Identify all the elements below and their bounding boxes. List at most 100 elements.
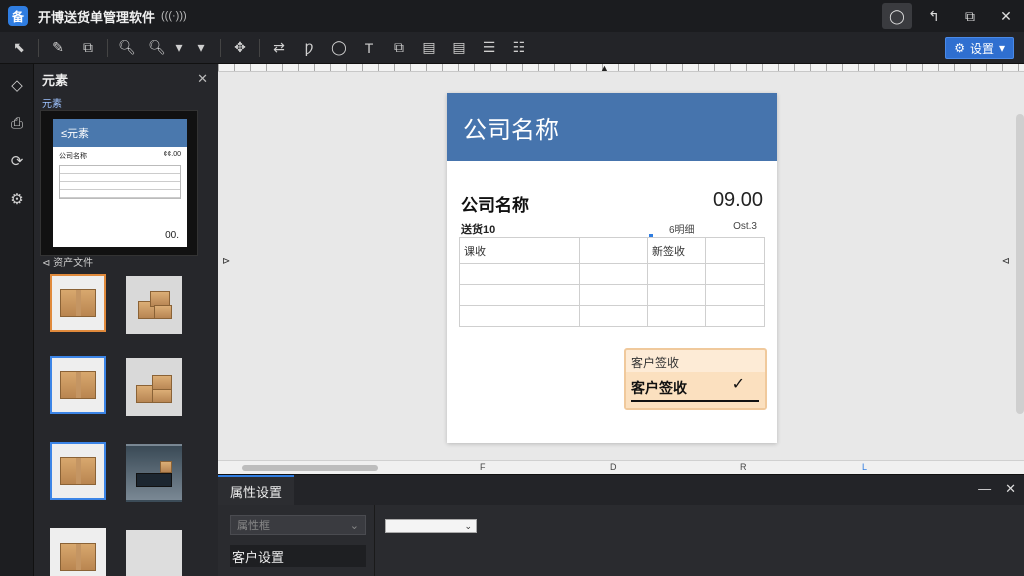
table-header-cell bbox=[705, 237, 765, 264]
asset-box-3[interactable] bbox=[50, 442, 106, 500]
property-panel-body: 属性框 ⌄ 客户设置 ⌄ bbox=[218, 505, 1024, 576]
property-value-dropdown[interactable]: ⌄ bbox=[385, 519, 477, 533]
popout-icon[interactable]: ⧉ bbox=[952, 0, 988, 32]
chevron-down-icon: ⌄ bbox=[464, 520, 472, 531]
move-tool-icon[interactable]: ✥ bbox=[225, 34, 255, 62]
box-image bbox=[60, 543, 96, 571]
list-tool-icon[interactable]: ☰ bbox=[474, 34, 504, 62]
preview-company: 公司名称 bbox=[59, 153, 87, 160]
minimize-icon[interactable]: — bbox=[978, 481, 991, 497]
design-canvas[interactable]: ▲ ⊳ ⊲ 公司名称 公司名称 09.00 送货10 6明细 Ost.3 课收 … bbox=[218, 63, 1024, 474]
table-tool-icon[interactable]: ▤ bbox=[444, 34, 474, 62]
preview-header: ≤元素 bbox=[53, 119, 187, 147]
window-controls: ◯ ↰ ⧉ ✕ bbox=[882, 0, 1024, 32]
table-row bbox=[459, 263, 765, 285]
swap-tool-icon[interactable]: ⇄ bbox=[264, 34, 294, 62]
zoom-dropdown-icon[interactable]: ▾ bbox=[172, 34, 186, 62]
table-cell bbox=[705, 305, 765, 327]
box-stack-image bbox=[134, 369, 174, 405]
asset-photo-2[interactable] bbox=[126, 358, 182, 416]
chevron-down-icon: ⌄ bbox=[349, 519, 359, 532]
horizontal-scroll-thumb[interactable] bbox=[242, 465, 378, 471]
chevron-down-icon: ▾ bbox=[998, 41, 1005, 55]
refresh-panel-icon[interactable]: ⟳ bbox=[0, 144, 34, 178]
zoom-icon[interactable]: 🔍︎ bbox=[112, 34, 142, 62]
checkmark-icon: ✓ bbox=[731, 376, 745, 393]
doc-header-title[interactable]: 公司名称 bbox=[447, 93, 777, 161]
left-handle-icon[interactable]: ⊳ bbox=[222, 256, 230, 267]
table-cell bbox=[647, 305, 706, 327]
template-preview-card[interactable]: ≤元素 公司名称 ¢¢.00 00. bbox=[40, 110, 198, 256]
table-cell bbox=[579, 305, 648, 327]
close-panel-icon[interactable]: ✕ bbox=[197, 71, 208, 87]
more-dropdown-icon[interactable]: ▾ bbox=[186, 34, 216, 62]
settings-icon: ⚙ bbox=[954, 41, 965, 55]
tab-property-settings[interactable]: 属性设置 bbox=[218, 475, 294, 505]
box-stack-image bbox=[134, 287, 174, 323]
doc-items-table[interactable]: 课收 新签收 bbox=[459, 237, 765, 327]
bottom-ruler-mark: F bbox=[480, 462, 486, 472]
doc-detail-label[interactable]: 6明细 bbox=[669, 221, 695, 236]
edit-tool-icon[interactable]: ⧉ bbox=[73, 34, 103, 62]
asset-photo-4[interactable] bbox=[126, 530, 182, 576]
customer-signature-box[interactable]: 客户签收 客户签收 ✓ bbox=[624, 348, 767, 410]
asset-photo-3[interactable] bbox=[126, 444, 182, 502]
back-icon[interactable]: ↰ bbox=[916, 0, 952, 32]
canvas-horizontal-scrollbar[interactable]: F D R L bbox=[218, 460, 1024, 474]
signature-field[interactable]: 客户签收 ✓ bbox=[626, 372, 765, 408]
toolbar-divider bbox=[220, 38, 221, 57]
template-preview: ≤元素 公司名称 ¢¢.00 00. bbox=[53, 119, 187, 247]
ellipse-tool-icon[interactable]: ◯ bbox=[324, 34, 354, 62]
doc-company-name[interactable]: 公司名称 bbox=[461, 191, 529, 216]
record-icon[interactable]: ◯ bbox=[882, 3, 912, 29]
table-header-cell: 新签收 bbox=[647, 237, 706, 264]
text-tool-icon[interactable]: T bbox=[354, 34, 384, 62]
property-panel: 属性设置 — ✕ 属性框 ⌄ 客户设置 ⌄ bbox=[218, 474, 1024, 576]
doc-code-label[interactable]: Ost.3 bbox=[733, 221, 757, 232]
zoom-options-icon[interactable]: 🔍︎ bbox=[142, 34, 172, 62]
select-tool-icon[interactable]: ⬉ bbox=[4, 34, 34, 62]
right-handle-icon[interactable]: ⊲ bbox=[1002, 256, 1010, 267]
property-item-customer-settings[interactable]: 客户设置 bbox=[230, 545, 366, 567]
signature-caption: 客户签收 bbox=[631, 356, 680, 370]
clipboard-panel-icon[interactable]: ⎙ bbox=[0, 106, 34, 140]
app-subtitle: (((·))) bbox=[161, 10, 187, 22]
asset-photo-1[interactable] bbox=[126, 276, 182, 334]
delivery-note-page[interactable]: 公司名称 公司名称 09.00 送货10 6明细 Ost.3 课收 新签收 客户… bbox=[447, 93, 777, 443]
app-window: 备 开博送货单管理软件 (((·))) ◯ ↰ ⧉ ✕ ⬉ ✎ ⧉ 🔍︎ 🔍︎ … bbox=[0, 0, 1024, 576]
elements-panel-header: 元素 ✕ bbox=[34, 64, 218, 94]
table-cell bbox=[459, 284, 580, 306]
assets-section-label[interactable]: ⊲ 资产文件 bbox=[42, 254, 93, 269]
top-ruler: ▲ bbox=[218, 63, 1024, 73]
left-icon-rail: ◇ ⎙ ⟳ ⚙ bbox=[0, 64, 34, 576]
table-header-cell bbox=[579, 237, 648, 264]
close-window-icon[interactable]: ✕ bbox=[988, 0, 1024, 32]
elements-panel-title: 元素 bbox=[42, 72, 69, 88]
close-icon[interactable]: ✕ bbox=[1005, 481, 1016, 497]
table-cell bbox=[705, 284, 765, 306]
asset-box-4[interactable] bbox=[50, 528, 106, 576]
settings-panel-icon[interactable]: ⚙ bbox=[0, 182, 34, 216]
toolbar-divider bbox=[107, 38, 108, 57]
table-cell bbox=[579, 263, 648, 285]
doc-delivery-label[interactable]: 送货10 bbox=[461, 221, 495, 237]
table-cell bbox=[647, 284, 706, 306]
settings-button[interactable]: ⚙ 设置 ▾ bbox=[945, 37, 1014, 59]
canvas-vertical-scrollbar[interactable] bbox=[1016, 114, 1024, 414]
pen-tool-icon[interactable]: ✎ bbox=[43, 34, 73, 62]
app-logo-icon: 备 bbox=[8, 6, 28, 26]
table-cell bbox=[647, 263, 706, 285]
document-tool-icon[interactable]: ▤ bbox=[414, 34, 444, 62]
ruler-marker-icon[interactable]: ▲ bbox=[600, 63, 609, 73]
property-list: 属性框 ⌄ 客户设置 bbox=[230, 515, 366, 567]
signature-label: 客户签收 bbox=[631, 380, 687, 396]
delivery-van-image bbox=[134, 455, 174, 491]
asset-box-2[interactable] bbox=[50, 356, 106, 414]
shape-panel-icon[interactable]: ◇ bbox=[0, 68, 34, 102]
grid-tool-icon[interactable]: ☷ bbox=[504, 34, 534, 62]
doc-amount[interactable]: 09.00 bbox=[713, 189, 763, 212]
path-tool-icon[interactable]: Ƿ bbox=[294, 34, 324, 62]
property-select[interactable]: 属性框 ⌄ bbox=[230, 515, 366, 535]
asset-box-1[interactable] bbox=[50, 274, 106, 332]
image-tool-icon[interactable]: ⧉ bbox=[384, 34, 414, 62]
